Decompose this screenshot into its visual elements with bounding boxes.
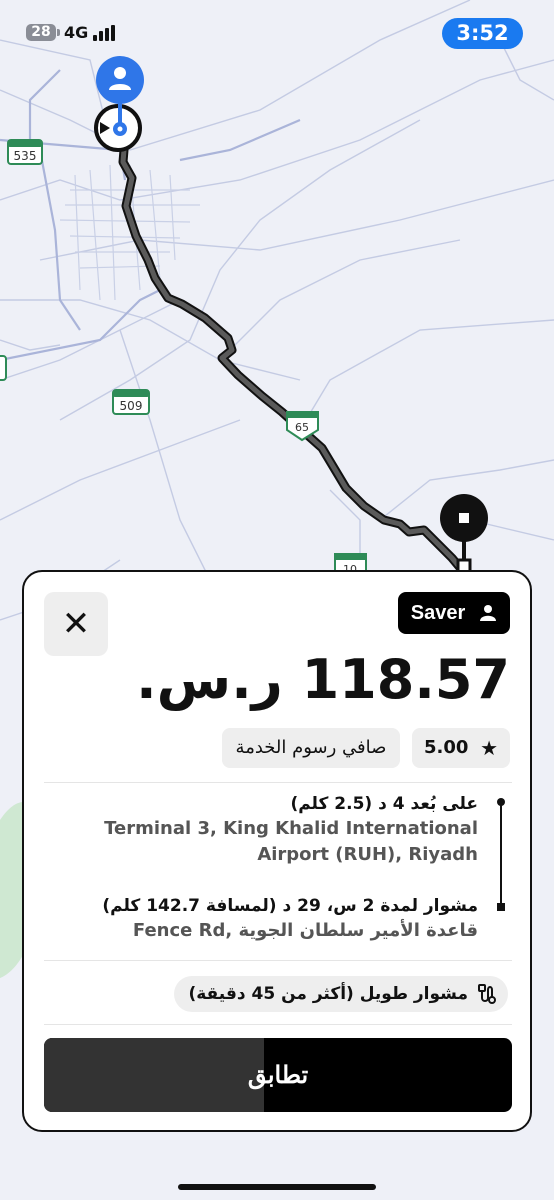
product-badge: Saver xyxy=(398,592,510,634)
dropoff-address: قاعدة الأمير سلطان الجوية ,Fence Rd xyxy=(132,920,478,941)
road-shield-partial xyxy=(0,355,7,381)
divider xyxy=(44,960,512,961)
fare-price: 118.57 ر.س. xyxy=(136,648,511,711)
trip-offer-card: ✕ Saver 118.57 ر.س. ★ 5.00 صافي رسوم الخ… xyxy=(22,570,532,1132)
svg-text:535: 535 xyxy=(14,149,37,163)
rider-rating-chip: ★ 5.00 xyxy=(412,728,510,768)
svg-text:65: 65 xyxy=(295,421,309,434)
svg-text:509: 509 xyxy=(120,399,143,413)
divider xyxy=(44,782,512,783)
trip-duration: مشوار لمدة 2 س، 29 د (لمسافة 142.7 كلم) xyxy=(102,896,478,916)
product-label: Saver xyxy=(410,601,466,624)
dropoff-square-icon xyxy=(497,903,505,911)
pickup-address-line2: Airport (RUH), Riyadh xyxy=(257,844,478,865)
road-shield-509: 509 xyxy=(112,389,150,415)
accept-button[interactable]: تطابق xyxy=(44,1038,512,1112)
trip-connector-line xyxy=(500,804,502,910)
route-icon xyxy=(478,984,496,1004)
battery-indicator: 28 xyxy=(26,24,60,41)
close-icon: ✕ xyxy=(61,604,91,644)
close-button[interactable]: ✕ xyxy=(44,592,108,656)
star-icon: ★ xyxy=(480,736,498,760)
road-shield-535: 535 xyxy=(7,139,43,165)
clock: 3:52 xyxy=(442,18,523,49)
person-icon xyxy=(480,605,497,621)
pickup-eta: على بُعد 4 د (2.5 كلم) xyxy=(290,794,478,814)
rider-rating: 5.00 xyxy=(424,737,469,758)
long-trip-label: مشوار طويل (أكثر من 45 دقيقة) xyxy=(188,984,468,1004)
pickup-stop: على بُعد 4 د (2.5 كلم) Terminal 3, King … xyxy=(104,794,478,868)
status-bar: 28 4G 3:52 xyxy=(0,18,554,49)
pickup-address-line1: Terminal 3, King Khalid International xyxy=(104,818,478,839)
long-trip-chip: مشوار طويل (أكثر من 45 دقيقة) xyxy=(174,976,508,1012)
accept-label: تطابق xyxy=(247,1061,309,1089)
signal-bars-icon xyxy=(93,25,119,41)
network-type: 4G xyxy=(64,23,89,42)
divider xyxy=(44,1024,512,1025)
service-fee-chip: صافي رسوم الخدمة xyxy=(222,728,400,768)
home-indicator[interactable] xyxy=(178,1184,376,1190)
accept-countdown-progress xyxy=(44,1038,264,1112)
dropoff-stop: مشوار لمدة 2 س، 29 د (لمسافة 142.7 كلم) … xyxy=(102,896,478,944)
